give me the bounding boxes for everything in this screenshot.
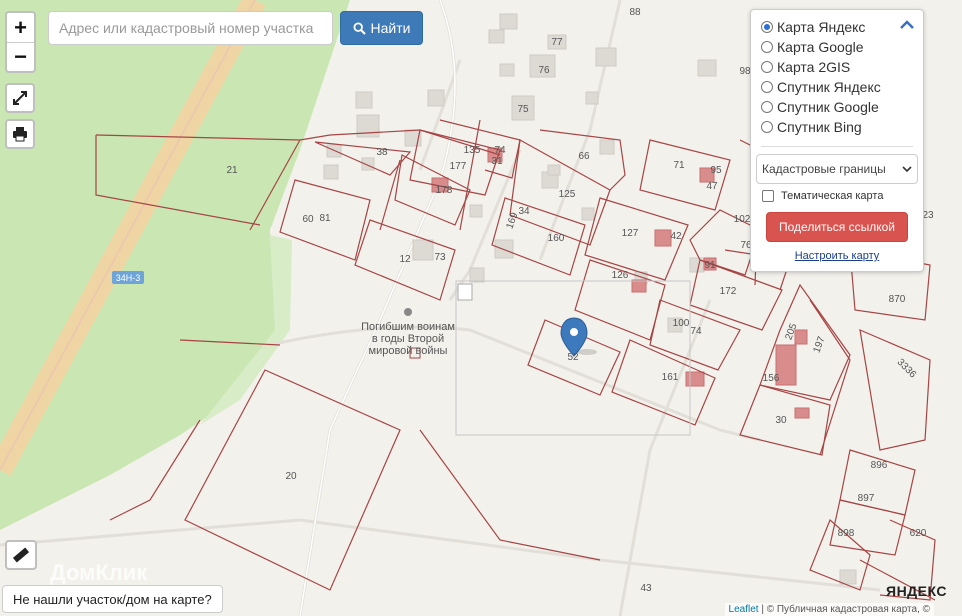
- parcel-label[interactable]: 127: [618, 228, 642, 240]
- parcel-label[interactable]: 66: [572, 151, 596, 163]
- parcel-label[interactable]: 47: [700, 181, 724, 193]
- parcel-label[interactable]: 42: [664, 231, 688, 243]
- parcel-label[interactable]: 898: [834, 528, 858, 540]
- parcel-label[interactable]: 71: [667, 160, 691, 172]
- parcel-label[interactable]: 126: [608, 270, 632, 282]
- memorial-icon: [404, 308, 412, 316]
- chevron-up-icon[interactable]: [900, 20, 914, 30]
- parcel-label[interactable]: 31: [485, 156, 509, 168]
- attribution-text: | © Публичная кадастровая карта, ©: [761, 604, 930, 615]
- parcel-label[interactable]: 77: [545, 37, 569, 49]
- parcel-label[interactable]: 172: [716, 286, 740, 298]
- layer-option[interactable]: Карта 2GIS: [761, 57, 913, 77]
- parcel-label[interactable]: 88: [623, 7, 647, 19]
- parcel-label[interactable]: 73: [428, 252, 452, 264]
- parcel-label[interactable]: 43: [634, 583, 658, 595]
- configure-map-link[interactable]: Настроить карту: [761, 250, 913, 262]
- parcel-label[interactable]: 160: [544, 233, 568, 245]
- search-icon: [353, 21, 366, 35]
- parcel-label[interactable]: 12: [393, 254, 417, 266]
- layer-option-label: Спутник Bing: [777, 119, 862, 135]
- layer-radio[interactable]: [761, 81, 773, 93]
- chevron-down-icon: [902, 165, 912, 172]
- layer-radio[interactable]: [761, 21, 773, 33]
- parcel-label[interactable]: 178: [432, 185, 456, 197]
- ruler-icon: [12, 547, 30, 563]
- thematic-map-toggle[interactable]: Тематическая карта: [762, 190, 913, 202]
- layer-option-label: Спутник Яндекс: [777, 79, 881, 95]
- layers-panel: Карта Яндекс Карта Google Карта 2GIS Спутни…: [750, 9, 924, 272]
- share-link-button[interactable]: Поделиться ссылкой: [766, 212, 908, 242]
- find-button[interactable]: Найти: [340, 11, 423, 45]
- leaflet-link[interactable]: Leaflet: [729, 604, 759, 615]
- layer-option[interactable]: Спутник Яндекс: [761, 77, 913, 97]
- base-layer-list: Карта Яндекс Карта Google Карта 2GIS Спутни…: [761, 17, 913, 137]
- layer-radio[interactable]: [761, 121, 773, 133]
- road-badge-label: 34Н-3: [115, 273, 141, 283]
- yandex-logo: ЯНДЕКС: [886, 583, 947, 599]
- parcel-label[interactable]: 897: [854, 493, 878, 505]
- parcel-label[interactable]: 95: [704, 165, 728, 177]
- layer-radio[interactable]: [761, 101, 773, 113]
- broken-image-icon: [457, 283, 473, 301]
- thematic-map-label: Тематическая карта: [781, 190, 884, 202]
- find-button-label: Найти: [370, 20, 411, 36]
- zoom-in-button[interactable]: +: [7, 13, 34, 42]
- layer-option[interactable]: Карта Google: [761, 37, 913, 57]
- overlay-select[interactable]: Кадастровые границы: [756, 154, 918, 184]
- zoom-out-button[interactable]: −: [7, 42, 34, 71]
- parcel-label[interactable]: 125: [555, 189, 579, 201]
- parcel-label[interactable]: 177: [446, 161, 470, 173]
- search-input[interactable]: [48, 11, 333, 45]
- parcel-label[interactable]: 91: [698, 260, 722, 272]
- ruler-button[interactable]: [5, 540, 37, 570]
- parcel-label[interactable]: 135: [460, 145, 484, 157]
- selected-parcel-label[interactable]: 52: [561, 352, 585, 364]
- thematic-map-checkbox[interactable]: [762, 190, 774, 202]
- domclick-watermark: ДомКлик: [50, 560, 148, 585]
- layer-option-label: Спутник Google: [777, 99, 879, 115]
- parcel-label[interactable]: 20: [279, 471, 303, 483]
- layer-radio[interactable]: [761, 61, 773, 73]
- parcel-label[interactable]: 60: [296, 214, 320, 226]
- not-found-button[interactable]: Не нашли участок/дом на карте?: [2, 585, 223, 613]
- parcel-label[interactable]: 38: [370, 147, 394, 159]
- attribution: Leaflet | © Публичная кадастровая карта,…: [724, 603, 934, 616]
- print-button[interactable]: [5, 119, 35, 149]
- layer-option-label: Карта 2GIS: [777, 59, 851, 75]
- parcel-label[interactable]: 74: [684, 326, 708, 338]
- layer-radio[interactable]: [761, 41, 773, 53]
- layer-option[interactable]: Карта Яндекс: [761, 17, 913, 37]
- parcel-label[interactable]: 156: [759, 373, 783, 385]
- layer-option-label: Карта Google: [777, 39, 864, 55]
- parcel-label[interactable]: 896: [867, 460, 891, 472]
- parcel-label[interactable]: 75: [511, 104, 535, 116]
- fullscreen-button[interactable]: [5, 83, 35, 113]
- layer-option-label: Карта Яндекс: [777, 19, 866, 35]
- overlay-select-value: Кадастровые границы: [762, 162, 886, 176]
- parcel-label[interactable]: 30: [769, 415, 793, 427]
- parcel-label[interactable]: 870: [885, 294, 909, 306]
- parcel-label[interactable]: 21: [220, 165, 244, 177]
- parcel-label[interactable]: 76: [532, 65, 556, 77]
- parcel-label[interactable]: 161: [658, 372, 682, 384]
- parcel-label[interactable]: 620: [906, 528, 930, 540]
- printer-icon: [13, 127, 27, 142]
- layer-option[interactable]: Спутник Google: [761, 97, 913, 117]
- expand-icon: [13, 91, 27, 105]
- memorial-label: Погибшим воинам в годы Второй мировой во…: [361, 321, 455, 357]
- zoom-control: + −: [5, 11, 36, 73]
- layer-option[interactable]: Спутник Bing: [761, 117, 913, 137]
